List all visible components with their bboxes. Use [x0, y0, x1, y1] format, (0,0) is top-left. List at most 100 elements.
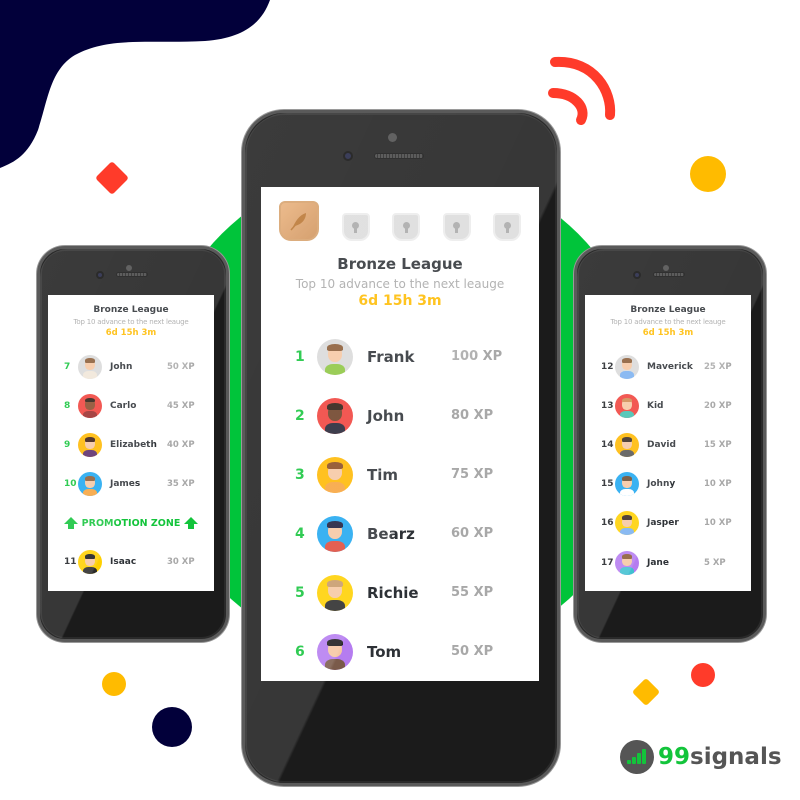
user-avatar: [615, 550, 639, 575]
leaderboard-row[interactable]: 9 Elizabeth 40 XP: [48, 425, 214, 464]
user-xp: 45 XP: [167, 400, 195, 411]
leaderboard-row[interactable]: 11 Isaac 30 XP: [48, 543, 214, 582]
user-name: John: [110, 361, 133, 372]
league-countdown: 6d 15h 3m: [105, 328, 157, 338]
user-xp: 40 XP: [167, 439, 195, 450]
leaderboard-row[interactable]: 15 Johny 10 XP: [585, 465, 751, 504]
user-avatar: [615, 511, 639, 536]
user-xp: 10 XP: [704, 479, 732, 490]
rank-number: 2: [295, 407, 305, 424]
leaderboard-row[interactable]: 14 David 15 XP: [585, 425, 751, 464]
leaderboard-row[interactable]: 5 Richie 55 XP: [261, 563, 539, 622]
yellow-dot: [690, 156, 726, 192]
arrow-up-icon: [184, 516, 199, 529]
feather-icon: [290, 213, 306, 231]
rank-number: 10: [64, 479, 77, 490]
leaderboard-row[interactable]: 3 Tim 75 XP: [261, 445, 539, 504]
user-name: Jane: [647, 557, 669, 568]
left-phone: Bronze League Top 10 advance to the next…: [37, 246, 229, 642]
keyhole-icon: [503, 222, 511, 233]
speaker-grille: [653, 272, 685, 277]
user-xp: 35 XP: [167, 479, 195, 490]
front-camera-icon: [633, 271, 641, 279]
user-xp: 50 XP: [167, 361, 195, 372]
yellow-dot-small: [102, 672, 126, 696]
rank-number: 17: [601, 557, 614, 568]
brand-logo: 99 signals: [620, 740, 782, 774]
user-avatar: [78, 472, 102, 497]
user-name: Elizabeth: [110, 439, 157, 450]
rank-number: 9: [64, 439, 71, 450]
league-countdown: 6d 15h 3m: [642, 328, 694, 338]
user-avatar: [615, 354, 639, 379]
logo-text: signals: [690, 744, 782, 770]
user-avatar: [317, 515, 353, 552]
arrow-up-icon: [63, 516, 78, 529]
leaderboard-row[interactable]: 12 Maverick 25 XP: [585, 347, 751, 386]
user-avatar: [78, 550, 102, 575]
leaderboard-row[interactable]: 16 Jasper 10 XP: [585, 504, 751, 543]
user-name: Kid: [647, 400, 664, 411]
locked-badge[interactable]: [392, 213, 420, 241]
bronze-badge[interactable]: [279, 201, 319, 241]
front-camera-icon: [343, 151, 353, 161]
user-name: James: [110, 479, 141, 490]
user-name: Maverick: [647, 361, 693, 372]
user-xp: 100 XP: [451, 349, 503, 364]
user-name: Isaac: [110, 557, 137, 568]
user-name: Tim: [367, 465, 399, 484]
speaker-grille: [374, 153, 424, 159]
user-xp: 80 XP: [451, 408, 494, 423]
user-xp: 25 XP: [704, 361, 732, 372]
leaderboard-row[interactable]: 13 Kid 20 XP: [585, 386, 751, 425]
rank-number: 15: [601, 479, 614, 490]
user-xp: 10 XP: [704, 518, 732, 529]
leaderboard-row[interactable]: 7 John 50 XP: [48, 347, 214, 386]
signal-bars-icon: [620, 740, 654, 774]
user-name: Johny: [647, 479, 676, 490]
user-avatar: [317, 397, 353, 434]
rank-number: 8: [64, 400, 71, 411]
rank-number: 11: [64, 557, 77, 568]
navy-dot: [152, 707, 192, 747]
user-name: David: [647, 439, 676, 450]
user-avatar: [615, 472, 639, 497]
user-name: John: [367, 406, 405, 425]
navy-wave-shape: [0, 0, 270, 168]
leaderboard-row[interactable]: 2 John 80 XP: [261, 386, 539, 445]
league-badges: [279, 201, 521, 241]
promotion-zone-divider: PROMOTION ZONE: [48, 504, 214, 543]
locked-badge[interactable]: [341, 213, 370, 241]
user-avatar: [317, 633, 353, 670]
leaderboard-row[interactable]: 4 Bearz 60 XP: [261, 504, 539, 563]
user-xp: 20 XP: [704, 400, 732, 411]
right-phone-screen: Bronze League Top 10 advance to the next…: [585, 295, 751, 591]
locked-badge[interactable]: [493, 213, 521, 241]
front-camera-icon: [96, 271, 104, 279]
rank-number: 14: [601, 439, 614, 450]
user-xp: 60 XP: [451, 526, 494, 541]
user-xp: 5 XP: [704, 557, 726, 568]
wifi-signal-icon: [548, 56, 616, 125]
main-phone-screen: Bronze League Top 10 advance to the next…: [261, 187, 539, 681]
keyhole-icon: [352, 222, 359, 233]
user-name: Bearz: [367, 524, 415, 543]
user-name: Richie: [367, 583, 419, 602]
leaderboard-row[interactable]: 1 Frank 100 XP: [261, 327, 539, 386]
user-avatar: [78, 393, 102, 418]
main-phone: Bronze League Top 10 advance to the next…: [242, 110, 560, 786]
locked-badge[interactable]: [442, 213, 471, 241]
user-avatar: [78, 354, 102, 379]
league-title: Bronze League: [93, 305, 169, 315]
league-title: Bronze League: [630, 305, 706, 315]
leaderboard-row[interactable]: 17 Jane 5 XP: [585, 543, 751, 582]
user-name: Tom: [367, 642, 402, 661]
leaderboard-row[interactable]: 8 Carlo 45 XP: [48, 386, 214, 425]
rank-number: 4: [295, 525, 305, 542]
league-title: Bronze League: [337, 255, 463, 273]
league-countdown: 6d 15h 3m: [358, 293, 442, 309]
leaderboard-row[interactable]: 10 James 35 XP: [48, 465, 214, 504]
rank-number: 13: [601, 400, 614, 411]
left-phone-screen: Bronze League Top 10 advance to the next…: [48, 295, 214, 591]
leaderboard-row[interactable]: 6 Tom 50 XP: [261, 622, 539, 681]
